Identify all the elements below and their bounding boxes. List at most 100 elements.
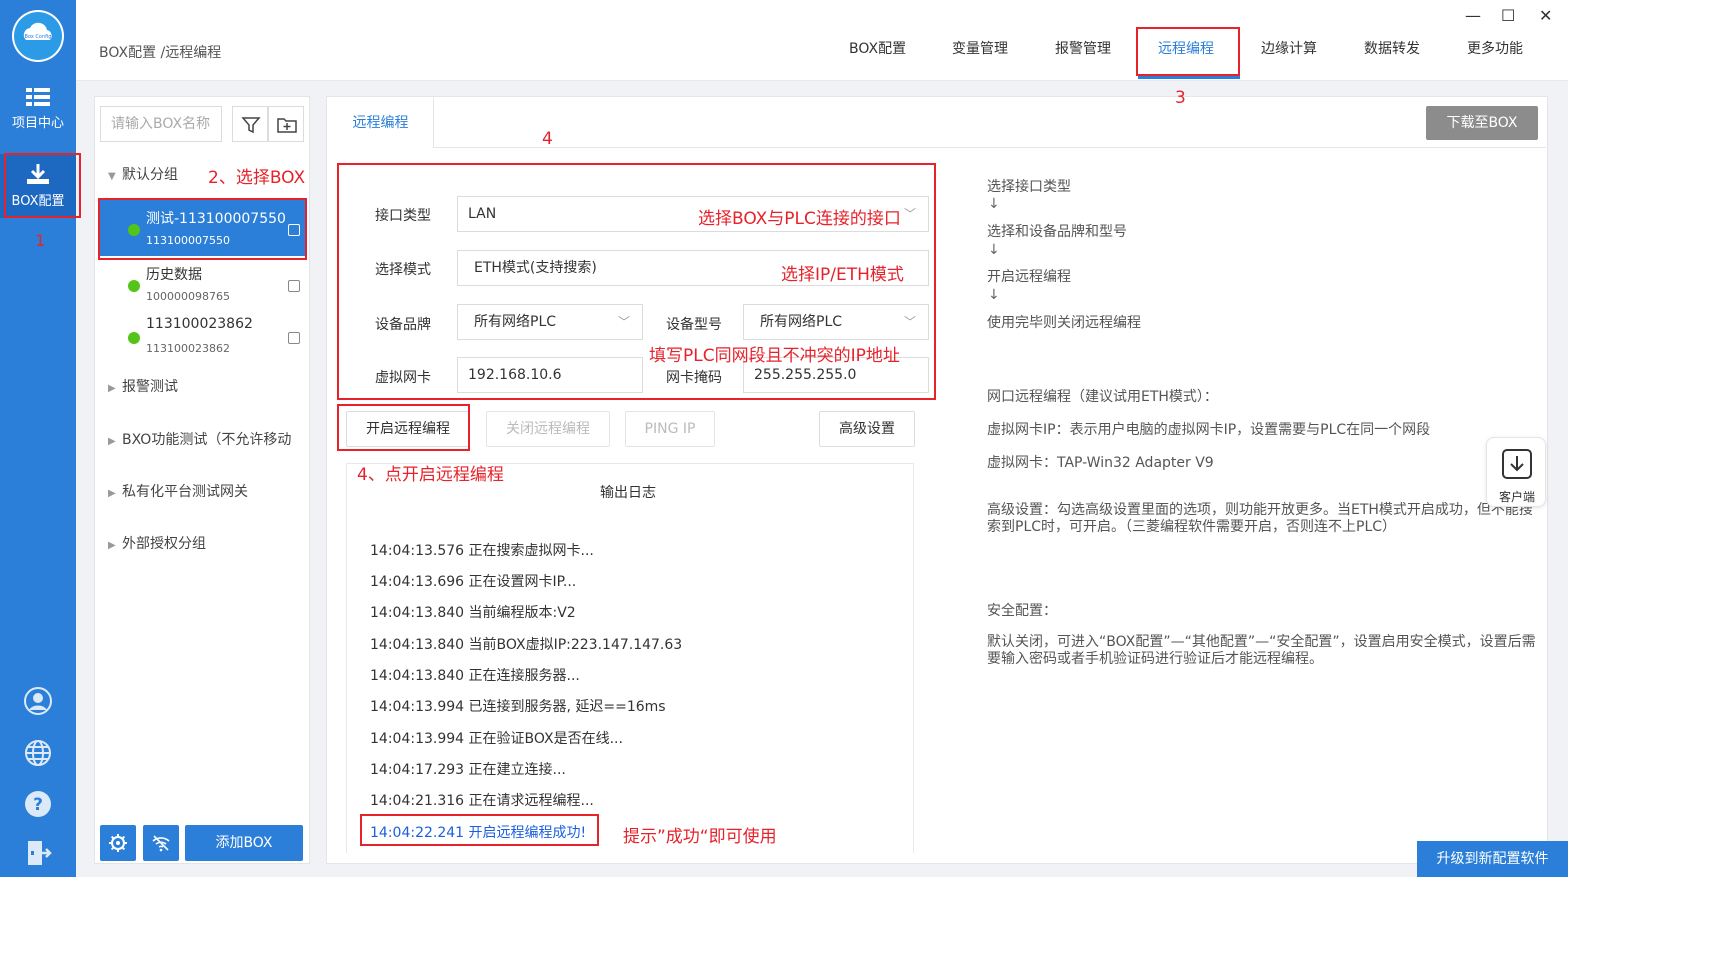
log-line: 14:04:13.696 正在设置网卡IP... [370,574,577,590]
group-label: 私有化平台测试网关 [122,484,248,500]
globe-icon[interactable] [22,737,54,769]
gear-icon [109,834,127,852]
help-icon[interactable]: ? [22,788,54,820]
box-serial: 113100023862 [146,342,230,355]
annotation-mode-hint: 选择IP/ETH模式 [781,265,904,285]
group-private-platform[interactable]: ▶ 私有化平台测试网关 [108,481,248,501]
caret-right-icon: ▶ [108,436,116,447]
breadcrumb: BOX配置 /远程编程 [99,45,222,61]
box-item[interactable]: 113100023862 113100023862 [100,308,306,364]
rail-label: 项目中心 [11,116,64,131]
filter-icon [241,117,261,134]
group-external-auth[interactable]: ▶ 外部授权分组 [108,533,206,553]
annotation-select-box: 2、选择BOX [208,168,306,188]
online-status-icon [128,332,140,344]
down-arrow-icon: ↓ [988,287,1000,303]
copy-icon[interactable] [288,280,300,292]
tab-remote-programming-content[interactable]: 远程编程 [328,98,434,148]
app-logo: Box Config [12,10,64,62]
svg-text:?: ? [33,795,43,815]
help-eth-title: 网口远程编程（建议试用ETH模式）： [987,389,1218,405]
add-folder-button[interactable] [268,106,304,142]
copy-icon[interactable] [288,332,300,344]
annotation-box-start-button [337,404,470,451]
help-advanced: 高级设置：勾选高级设置里面的选项，则功能开放更多。当ETH模式开启成功，但不能搜… [987,502,1533,535]
annotation-number-3: 3 [1175,88,1186,108]
client-download-float[interactable]: 客户端 [1486,437,1546,507]
annotation-click-start: 4、点开启远程编程 [357,465,504,485]
annotation-box-top-tab [1136,27,1240,76]
box-name: 113100023862 [146,316,253,332]
annotation-number-1: 1 [35,231,46,250]
group-label: 外部授权分组 [122,536,206,552]
log-line: 14:04:13.840 当前BOX虚拟IP:223.147.147.63 [370,637,683,653]
settings-button[interactable] [100,825,136,861]
tab-box-config[interactable]: BOX配置 [849,38,906,58]
wifi-off-button[interactable] [143,825,179,861]
tab-variable-management[interactable]: 变量管理 [952,38,1008,58]
caret-right-icon: ▶ [108,540,116,551]
maximize-button[interactable]: ☐ [1501,6,1515,25]
close-button[interactable]: ✕ [1539,6,1552,25]
list-icon [26,88,50,106]
help-step: 选择和设备品牌和型号 [987,224,1127,240]
group-default[interactable]: ▼ 默认分组 [108,164,178,184]
group-function-test[interactable]: ▶ BXO功能测试（不允许移动 [108,429,306,449]
client-label: 客户端 [1498,490,1535,504]
tab-divider [434,147,1546,148]
box-search-input[interactable]: 请输入BOX名称 [100,106,222,142]
tab-data-forwarding[interactable]: 数据转发 [1364,38,1420,58]
annotation-box-selected-box [98,198,307,260]
group-alarm-test[interactable]: ▶ 报警测试 [108,376,178,396]
wifi-off-icon [152,835,170,852]
annotation-box-rail [4,153,81,218]
log-line: 14:04:13.840 当前编程版本:V2 [370,605,576,621]
box-item[interactable]: 历史数据 100000098765 [100,256,306,312]
help-nic: 虚拟网卡：TAP-Win32 Adapter V9 [987,455,1214,471]
log-line: 14:04:13.576 正在搜索虚拟网卡... [370,543,594,559]
group-label: 默认分组 [122,167,178,183]
group-label: 报警测试 [122,379,178,395]
download-to-box-button[interactable]: 下载至BOX [1426,106,1538,140]
log-line: 14:04:21.316 正在请求远程编程... [370,793,594,809]
tab-edge-computing[interactable]: 边缘计算 [1261,38,1317,58]
user-icon[interactable] [22,685,54,717]
log-line: 14:04:13.994 已连接到服务器, 延迟==16ms [370,699,666,715]
stop-remote-programming-button[interactable]: 关闭远程编程 [486,411,610,447]
caret-down-icon: ▼ [108,171,116,182]
minimize-button[interactable]: — [1465,6,1481,25]
tab-alarm-management[interactable]: 报警管理 [1055,38,1111,58]
annotation-success-hint: 提示”成功“即可使用 [623,827,777,847]
box-name: 历史数据 [146,267,202,283]
annotation-box-success [360,814,599,846]
tab-more-functions[interactable]: 更多功能 [1467,38,1523,58]
box-serial: 100000098765 [146,290,230,303]
annotation-ip-hint: 填写PLC同网段且不冲突的IP地址 [649,346,900,366]
download-box-icon [1502,449,1532,479]
online-status-icon [128,280,140,292]
help-step: 使用完毕则关闭远程编程 [987,315,1141,331]
help-security-title: 安全配置： [987,603,1057,619]
caret-right-icon: ▶ [108,488,116,499]
upgrade-config-software-button[interactable]: 升级到新配置软件 [1417,841,1568,877]
folder-plus-icon [277,118,297,133]
logout-icon[interactable] [22,837,54,869]
filter-button[interactable] [232,106,268,142]
logo-text: Box Config [24,34,52,40]
advanced-settings-button[interactable]: 高级设置 [819,411,915,447]
down-arrow-icon: ↓ [988,196,1000,212]
help-security: 默认关闭，可进入“BOX配置”—“其他配置”—“安全配置”，设置启用安全模式，设… [987,634,1536,667]
log-line: 14:04:13.840 正在连接服务器... [370,668,580,684]
group-label: BXO功能测试（不允许移动 [122,432,292,448]
active-tab-indicator [1138,76,1240,79]
caret-right-icon: ▶ [108,383,116,394]
output-log-title: 输出日志 [600,485,656,501]
help-step: 选择接口类型 [987,179,1071,195]
left-rail: Box Config 项目中心 BOX配置 ? [0,0,76,877]
help-nic-ip: 虚拟网卡IP：表示用户电脑的虚拟网卡IP，设置需要与PLC在同一个网段 [987,422,1431,438]
add-box-button[interactable]: 添加BOX [185,825,303,861]
annotation-interface-hint: 选择BOX与PLC连接的接口 [698,209,901,229]
annotation-number-4: 4 [542,129,553,149]
ping-ip-button[interactable]: PING IP [625,411,715,447]
rail-item-project-center[interactable]: 项目中心 [0,86,76,142]
